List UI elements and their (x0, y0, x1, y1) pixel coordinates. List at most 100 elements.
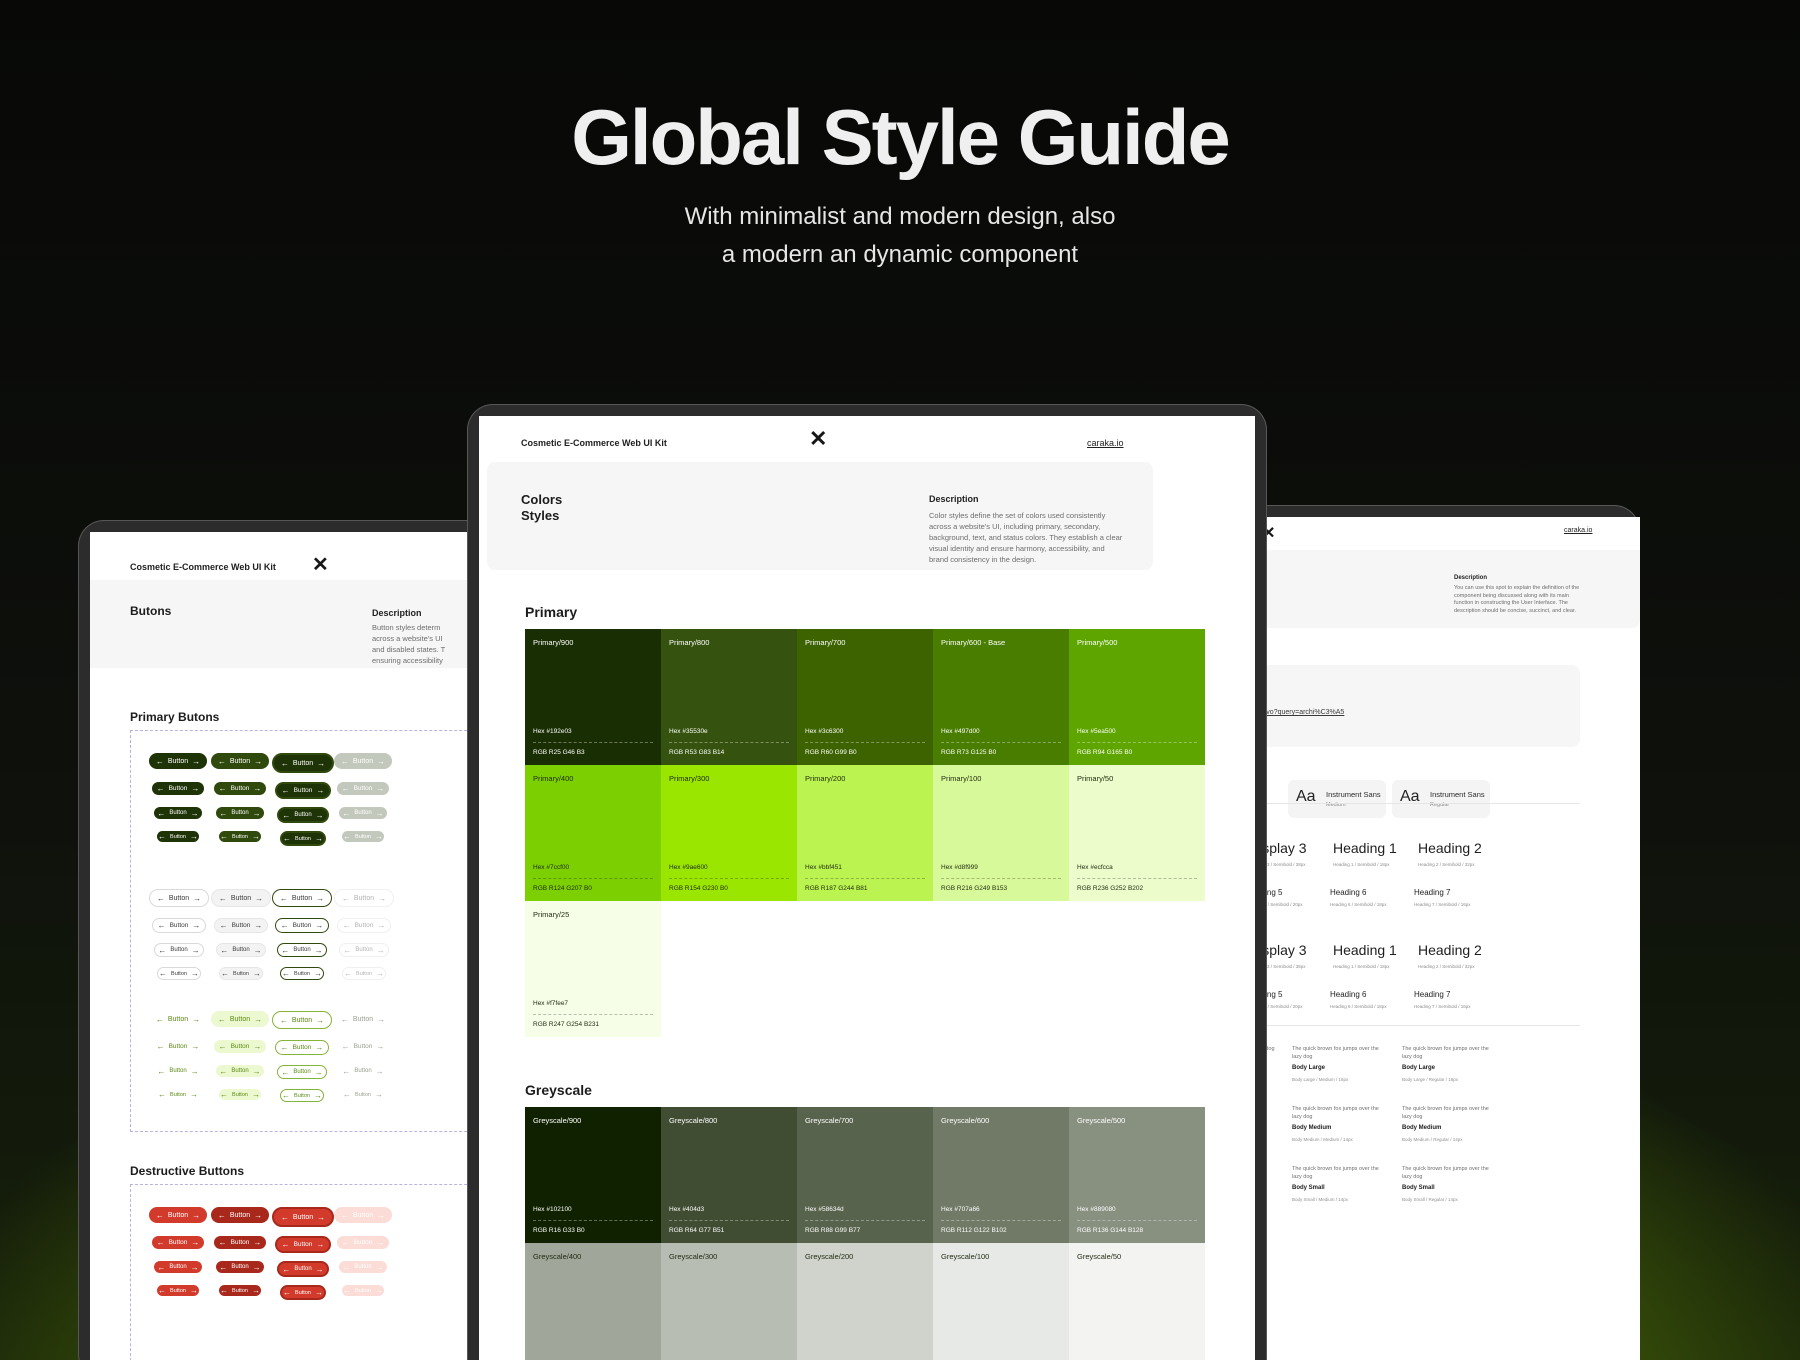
demo-button[interactable]: ← Button → (216, 1261, 264, 1273)
brand-link[interactable]: caraka.io (1087, 438, 1124, 448)
demo-button[interactable]: ← Button → (219, 831, 261, 842)
demo-button[interactable]: ← Button → (219, 967, 263, 980)
demo-button[interactable]: ← Button → (275, 782, 331, 799)
demo-button[interactable]: ← Button → (275, 1040, 329, 1055)
demo-button[interactable]: ← Button → (154, 807, 202, 819)
demo-button[interactable]: ← Button → (152, 1040, 204, 1053)
arrow-left-icon: ← (156, 1042, 165, 1051)
demo-button[interactable]: ← Button → (216, 943, 266, 957)
demo-button[interactable]: ← Button → (280, 967, 324, 980)
demo-button[interactable]: ← Button → (152, 1236, 204, 1249)
demo-button[interactable]: ← Button → (157, 1285, 199, 1296)
swatch-rgb: RGB R187 G244 B81 (805, 885, 868, 892)
demo-button[interactable]: ← Button → (214, 1040, 266, 1053)
body-sample-text: The quick brown fox jumps over the lazy … (1402, 1106, 1489, 1120)
demo-button[interactable]: ← Button → (216, 1065, 264, 1077)
demo-button[interactable]: ← Button → (337, 782, 389, 795)
demo-button[interactable]: ← Button → (337, 918, 391, 933)
demo-button[interactable]: ← Button → (277, 1261, 329, 1277)
demo-button[interactable]: ← Button → (154, 943, 204, 957)
button-label: Button (168, 894, 190, 902)
demo-button[interactable]: ← Button → (211, 889, 271, 907)
demo-button[interactable]: ← Button → (149, 889, 209, 907)
body-style-name: Body Large (1292, 1065, 1326, 1071)
demo-button[interactable]: ← Button → (211, 1207, 269, 1223)
demo-button[interactable]: ← Button → (216, 807, 264, 819)
demo-button[interactable]: ← Button → (157, 967, 201, 980)
arrow-left-icon: ← (157, 1262, 166, 1272)
demo-button[interactable]: ← Button → (214, 782, 266, 795)
demo-button[interactable]: ← Button → (334, 753, 392, 769)
button-label: Button (292, 1044, 312, 1051)
demo-button[interactable]: ← Button → (342, 1089, 384, 1100)
swatch-name: Greyscale/700 (805, 1116, 854, 1125)
hero-subtitle-line-2: a modern an dynamic component (721, 241, 1079, 268)
demo-button[interactable]: ← Button → (337, 1040, 389, 1053)
swatch-rgb: RGB R124 G207 B0 (533, 885, 592, 892)
color-swatch: Greyscale/700 Hex #58634d RGB R88 G99 B77 (797, 1107, 933, 1243)
demo-button[interactable]: ← Button → (277, 1065, 327, 1079)
demo-button[interactable]: ← Button → (214, 1236, 266, 1249)
demo-button[interactable]: ← Button → (275, 1236, 331, 1253)
demo-button[interactable]: ← Button → (149, 753, 207, 769)
demo-button[interactable]: ← Button → (280, 1285, 326, 1300)
demo-button[interactable]: ← Button → (219, 1285, 261, 1296)
demo-button[interactable]: ← Button → (219, 1089, 261, 1100)
demo-button[interactable]: ← Button → (272, 753, 334, 773)
typography-page-device: ✕ caraka.io Description You can use this… (1180, 505, 1780, 1360)
demo-button[interactable]: ← Button → (149, 1011, 207, 1027)
demo-button[interactable]: ← Button → (337, 1236, 389, 1249)
swatch-rgb: RGB R60 G99 B0 (805, 749, 857, 756)
arrow-right-icon: → (377, 756, 386, 766)
demo-button[interactable]: ← Button → (272, 1207, 334, 1227)
type-spec: Heading 1 / Semibold / 18px (1333, 964, 1390, 969)
arrow-left-icon: ← (282, 1091, 291, 1100)
button-label: Button (292, 759, 314, 767)
button-label: Button (171, 970, 187, 977)
demo-button[interactable]: ← Button → (280, 831, 326, 846)
button-label: Button (168, 1043, 188, 1050)
demo-button[interactable]: ← Button → (342, 831, 384, 842)
arrow-left-icon: ← (157, 1066, 166, 1076)
demo-button[interactable]: ← Button → (277, 807, 329, 823)
demo-button[interactable]: ← Button → (342, 1285, 384, 1296)
demo-button[interactable]: ← Button → (157, 1089, 199, 1100)
demo-button[interactable]: ← Button → (342, 967, 386, 980)
arrow-right-icon: → (189, 1090, 198, 1099)
demo-button[interactable]: ← Button → (339, 1261, 387, 1273)
demo-button[interactable]: ← Button → (152, 782, 204, 795)
arrow-right-icon: → (251, 832, 260, 841)
demo-button[interactable]: ← Button → (211, 753, 269, 769)
arrow-left-icon: ← (155, 756, 164, 766)
swatch-hex: Hex #707a66 (941, 1206, 980, 1213)
demo-button[interactable]: ← Button → (214, 918, 268, 933)
demo-button[interactable]: ← Button → (334, 1207, 392, 1223)
demo-button[interactable]: ← Button → (152, 918, 206, 933)
swatch-divider (669, 1220, 789, 1221)
arrow-right-icon: → (254, 921, 263, 930)
demo-button[interactable]: ← Button → (334, 1011, 392, 1027)
demo-button[interactable]: ← Button → (275, 918, 329, 933)
font-card: Aa Instrument Sans Medium (1288, 780, 1386, 818)
demo-button[interactable]: ← Button → (211, 1011, 269, 1027)
demo-button[interactable]: ← Button → (334, 889, 394, 907)
demo-button[interactable]: ← Button → (154, 1261, 202, 1273)
arrow-left-icon: ← (342, 808, 351, 818)
demo-button[interactable]: ← Button → (154, 1065, 202, 1077)
demo-button[interactable]: ← Button → (149, 1207, 207, 1223)
demo-button[interactable]: ← Button → (157, 831, 199, 842)
arrow-right-icon: → (374, 1286, 383, 1295)
arrow-right-icon: → (375, 808, 384, 818)
arrow-right-icon: → (375, 1262, 384, 1272)
demo-button[interactable]: ← Button → (272, 889, 332, 907)
demo-button[interactable]: ← Button → (339, 943, 389, 957)
demo-button[interactable]: ← Button → (339, 807, 387, 819)
type-spec: Heading 6 / Semibold / 18px (1330, 902, 1387, 907)
demo-button[interactable]: ← Button → (339, 1065, 387, 1077)
body-style-spec: Body Large / Medium / 16px (1292, 1077, 1349, 1082)
demo-button[interactable]: ← Button → (280, 1089, 324, 1102)
demo-button[interactable]: ← Button → (277, 943, 327, 957)
button-label: Button (231, 1068, 249, 1074)
brand-link[interactable]: caraka.io (1564, 527, 1592, 534)
demo-button[interactable]: ← Button → (272, 1011, 332, 1029)
